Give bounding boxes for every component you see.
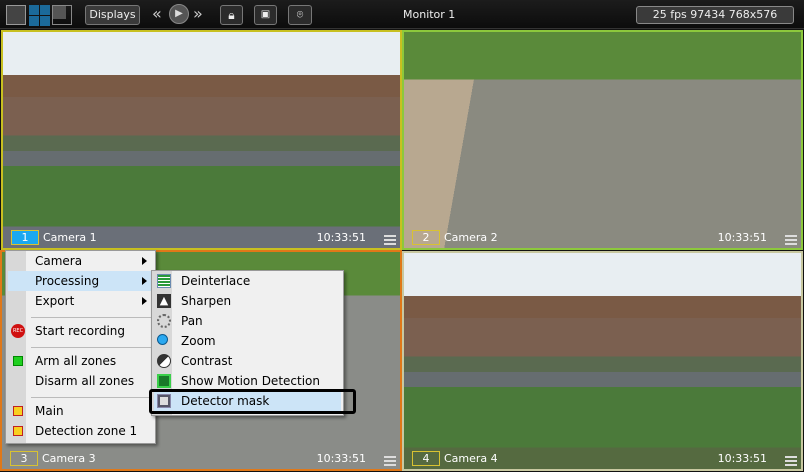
stream-status: 25 fps 97434 768x576 bbox=[636, 6, 794, 24]
arm-zone-icon bbox=[13, 356, 23, 366]
layout-1plus5-button[interactable] bbox=[52, 5, 72, 25]
menu-item-camera[interactable]: Camera bbox=[8, 251, 153, 271]
rewind-icon[interactable]: « bbox=[152, 5, 162, 23]
play-icon[interactable]: ▶ bbox=[169, 4, 189, 24]
zoom-icon bbox=[157, 334, 168, 345]
camera-menu-icon[interactable] bbox=[384, 456, 396, 466]
camera-number: 1 bbox=[11, 230, 39, 245]
zone-icon bbox=[13, 426, 23, 436]
camera-time: 10:33:51 bbox=[316, 231, 366, 244]
camera-menu-icon[interactable] bbox=[785, 235, 797, 245]
menu-item-zoom[interactable]: Zoom bbox=[154, 331, 341, 351]
menu-item-processing[interactable]: Processing bbox=[8, 271, 153, 291]
rec-icon: REC bbox=[11, 324, 25, 338]
submenu-arrow-icon bbox=[142, 297, 147, 305]
submenu-arrow-icon bbox=[142, 277, 147, 285]
zone-icon bbox=[13, 406, 23, 416]
menu-item-contrast[interactable]: Contrast bbox=[154, 351, 341, 371]
camera-2-view[interactable]: 2 Camera 2 10:33:51 bbox=[402, 30, 803, 250]
camera-number: 4 bbox=[412, 451, 440, 466]
archive-download-icon[interactable]: ⌾ bbox=[288, 5, 312, 25]
layout-1x1-button[interactable] bbox=[6, 5, 26, 25]
lock-all-icon[interactable]: ▣ bbox=[254, 5, 277, 25]
menu-item-sharpen[interactable]: ▲ Sharpen bbox=[154, 291, 341, 311]
layout-2x2-button[interactable] bbox=[29, 5, 50, 26]
camera-time: 10:33:51 bbox=[316, 452, 366, 465]
camera-name: Camera 4 bbox=[444, 452, 498, 465]
monitor-title: Monitor 1 bbox=[403, 8, 456, 21]
camera-1-view[interactable]: 1 Camera 1 10:33:51 bbox=[1, 30, 402, 250]
pan-icon bbox=[157, 314, 171, 328]
menu-item-arm-all-zones[interactable]: Arm all zones bbox=[8, 351, 153, 371]
menu-item-detection-zone-1[interactable]: Detection zone 1 bbox=[8, 421, 153, 441]
sharpen-icon: ▲ bbox=[157, 294, 171, 308]
menu-item-main[interactable]: Main bbox=[8, 401, 153, 421]
camera-time: 10:33:51 bbox=[717, 231, 767, 244]
highlight-outline bbox=[149, 389, 356, 414]
camera-menu-icon[interactable] bbox=[785, 456, 797, 466]
camera-time: 10:33:51 bbox=[717, 452, 767, 465]
menu-item-start-recording[interactable]: REC Start recording bbox=[8, 321, 153, 341]
menu-item-deinterlace[interactable]: Deinterlace bbox=[154, 271, 341, 291]
camera-name: Camera 3 bbox=[42, 452, 96, 465]
contrast-icon bbox=[157, 354, 171, 368]
menu-item-pan[interactable]: Pan bbox=[154, 311, 341, 331]
displays-button[interactable]: Displays bbox=[85, 5, 140, 25]
camera-number: 3 bbox=[10, 451, 38, 466]
camera-name: Camera 1 bbox=[43, 231, 97, 244]
camera-number: 2 bbox=[412, 230, 440, 245]
motion-detection-icon bbox=[157, 374, 171, 388]
deinterlace-icon bbox=[157, 274, 171, 288]
camera-name: Camera 2 bbox=[444, 231, 498, 244]
toolbar: Displays « ▶ » 🔒︎ ▣ ⌾ Monitor 1 25 fps 9… bbox=[0, 0, 804, 29]
menu-item-export[interactable]: Export bbox=[8, 291, 153, 311]
camera-menu-icon[interactable] bbox=[384, 235, 396, 245]
camera-context-menu: Camera Processing Export REC Start record… bbox=[5, 250, 156, 444]
camera-4-view[interactable]: 4 Camera 4 10:33:51 bbox=[402, 251, 803, 471]
forward-icon[interactable]: » bbox=[193, 5, 203, 23]
menu-item-show-motion-detection[interactable]: Show Motion Detection bbox=[154, 371, 341, 391]
submenu-arrow-icon bbox=[142, 257, 147, 265]
menu-item-disarm-all-zones[interactable]: Disarm all zones bbox=[8, 371, 153, 391]
lock-icon[interactable]: 🔒︎ bbox=[220, 5, 243, 25]
